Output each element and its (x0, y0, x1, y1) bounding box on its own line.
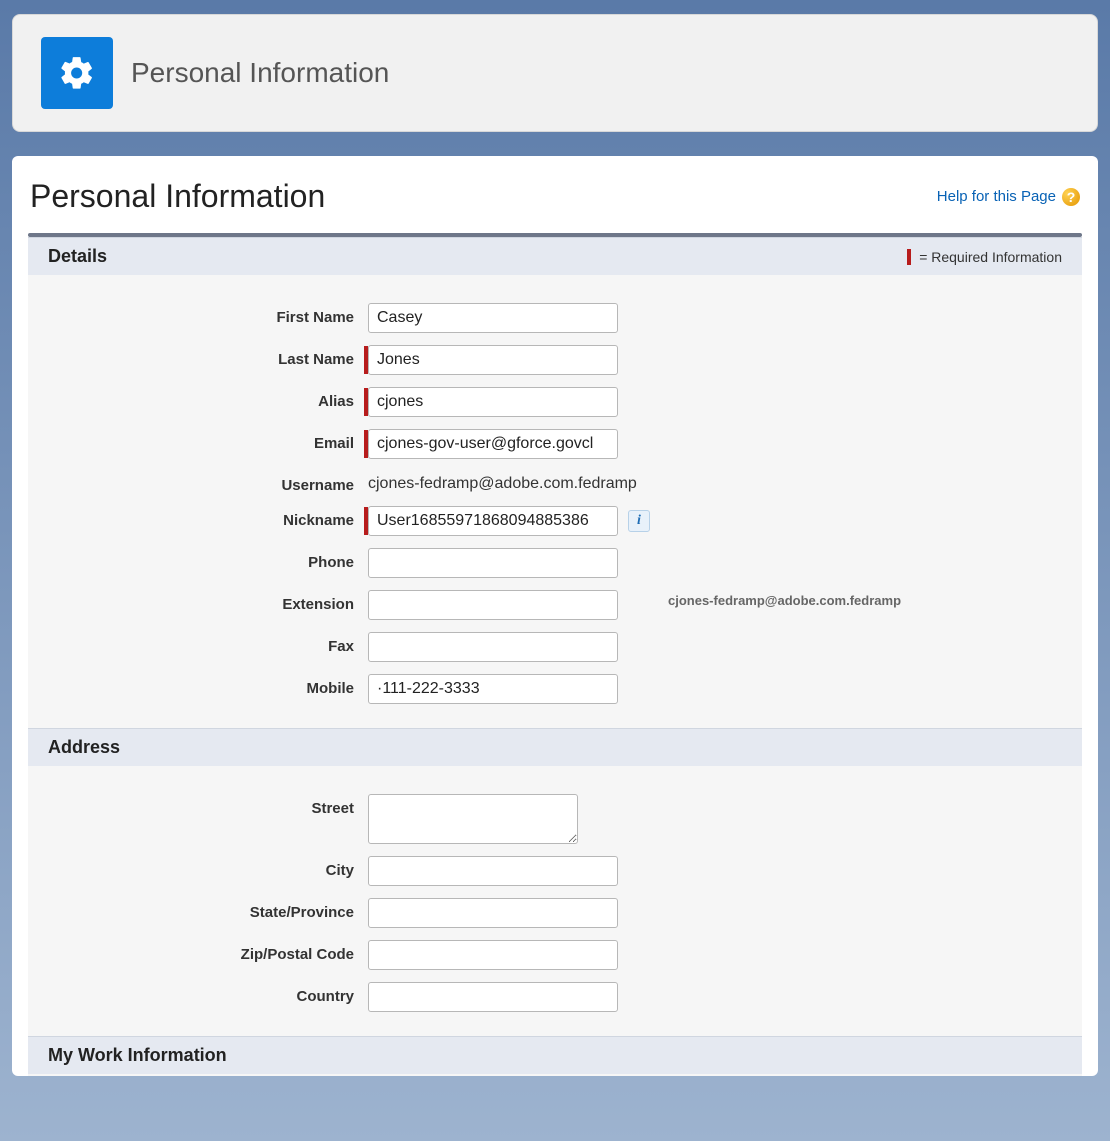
last-name-label: Last Name (28, 345, 368, 368)
country-input[interactable] (368, 982, 618, 1012)
page-title: Personal Information (30, 178, 325, 215)
info-icon[interactable]: i (628, 510, 650, 532)
help-icon: ? (1062, 188, 1080, 206)
alias-input[interactable] (368, 387, 618, 417)
first-name-input[interactable] (368, 303, 618, 333)
section-body-details: First Name Last Name Alias (28, 275, 1082, 728)
header-title: Personal Information (131, 57, 389, 89)
help-link-label: Help for this Page (937, 188, 1056, 205)
phone-label: Phone (28, 548, 368, 571)
section-title-work: My Work Information (48, 1045, 227, 1066)
state-input[interactable] (368, 898, 618, 928)
state-label: State/Province (28, 898, 368, 921)
section-title-details: Details (48, 246, 107, 267)
city-label: City (28, 856, 368, 879)
first-name-label: First Name (28, 303, 368, 326)
gear-icon (41, 37, 113, 109)
username-label: Username (28, 471, 368, 494)
alias-label: Alias (28, 387, 368, 410)
country-label: Country (28, 982, 368, 1005)
extension-label: Extension (28, 590, 368, 613)
section-body-work: Company Name (28, 1074, 1082, 1076)
zip-label: Zip/Postal Code (28, 940, 368, 963)
extension-aside-note: cjones-fedramp@adobe.com.fedramp (668, 593, 901, 608)
city-input[interactable] (368, 856, 618, 886)
content-card: Personal Information Help for this Page … (12, 156, 1098, 1076)
email-input[interactable] (368, 429, 618, 459)
section-header-work: My Work Information (28, 1036, 1082, 1074)
scroll-area[interactable]: Personal Information Help for this Page … (12, 156, 1098, 1076)
zip-input[interactable] (368, 940, 618, 970)
phone-input[interactable] (368, 548, 618, 578)
section-title-address: Address (48, 737, 120, 758)
required-marker-icon (364, 430, 368, 458)
required-marker-icon (364, 346, 368, 374)
required-marker-icon (364, 507, 368, 535)
help-for-this-page-link[interactable]: Help for this Page ? (937, 188, 1080, 206)
required-marker-icon (907, 249, 911, 265)
fax-input[interactable] (368, 632, 618, 662)
email-label: Email (28, 429, 368, 452)
section-header-details: Details = Required Information (28, 237, 1082, 275)
section-body-address: Street City State/Province Zip/Postal Co… (28, 766, 1082, 1036)
street-label: Street (28, 794, 368, 817)
nickname-input[interactable] (368, 506, 618, 536)
required-note-text: = Required Information (919, 249, 1062, 265)
street-textarea[interactable] (368, 794, 578, 844)
extension-input[interactable] (368, 590, 618, 620)
section-header-address: Address (28, 728, 1082, 766)
nickname-label: Nickname (28, 506, 368, 529)
mobile-label: Mobile (28, 674, 368, 697)
required-marker-icon (364, 388, 368, 416)
last-name-input[interactable] (368, 345, 618, 375)
page-header-card: Personal Information (12, 14, 1098, 132)
mobile-input[interactable] (368, 674, 618, 704)
username-value: cjones-fedramp@adobe.com.fedramp (368, 471, 637, 493)
required-information-note: = Required Information (907, 249, 1062, 265)
fax-label: Fax (28, 632, 368, 655)
